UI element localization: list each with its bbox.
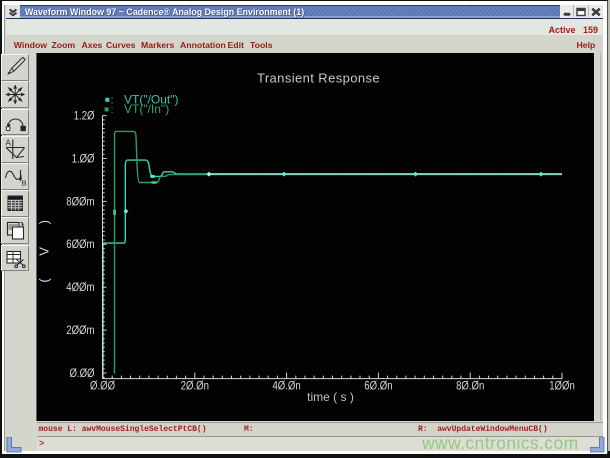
svg-text:( V ): ( V ) [37, 211, 52, 283]
svg-text::: : [111, 104, 114, 116]
svg-text:Ø.ØØ: Ø.ØØ [69, 367, 95, 380]
svg-text:1ØØn: 1ØØn [549, 380, 575, 393]
svg-text:4Ø.Øn: 4Ø.Øn [272, 380, 300, 393]
svg-text:A: A [6, 138, 12, 147]
svg-text:8Ø.Øn: 8Ø.Øn [456, 380, 484, 393]
svg-text:8ØØm: 8ØØm [66, 196, 94, 209]
svg-text:1.ØØ: 1.ØØ [72, 153, 95, 166]
svg-text:VT("/In"): VT("/In") [124, 102, 169, 116]
svg-text:2ØØm: 2ØØm [66, 324, 94, 337]
svg-text:time ( s ): time ( s ) [307, 390, 354, 404]
svg-text:6Ø.Øn: 6Ø.Øn [364, 380, 392, 393]
svg-text:4ØØm: 4ØØm [66, 282, 94, 295]
svg-text:1.2Ø: 1.2Ø [74, 110, 95, 123]
svg-text:Ø.ØØ: Ø.ØØ [90, 380, 116, 393]
svg-text:B: B [22, 179, 27, 188]
svg-text:6ØØm: 6ØØm [66, 239, 94, 252]
svg-text:2Ø.Øn: 2Ø.Øn [181, 380, 209, 393]
svg-text:Transient Response: Transient Response [257, 71, 380, 86]
